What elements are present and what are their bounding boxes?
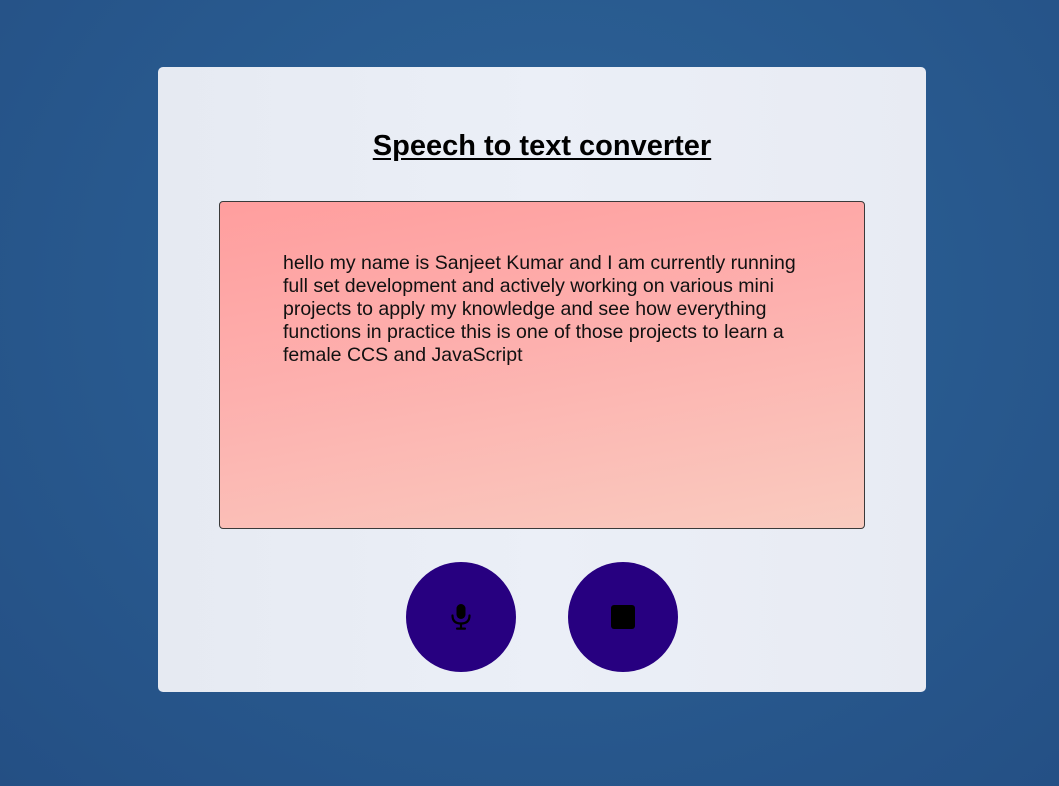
- stop-recording-button[interactable]: [568, 562, 678, 672]
- transcript-text: hello my name is Sanjeet Kumar and I am …: [283, 252, 796, 366]
- transcript-box[interactable]: hello my name is Sanjeet Kumar and I am …: [219, 201, 865, 529]
- microphone-icon: [449, 603, 473, 631]
- page-title: Speech to text converter: [372, 130, 712, 162]
- stop-icon: [610, 604, 636, 630]
- converter-card: Speech to text converter hello my name i…: [158, 67, 926, 692]
- start-recording-button[interactable]: [406, 562, 516, 672]
